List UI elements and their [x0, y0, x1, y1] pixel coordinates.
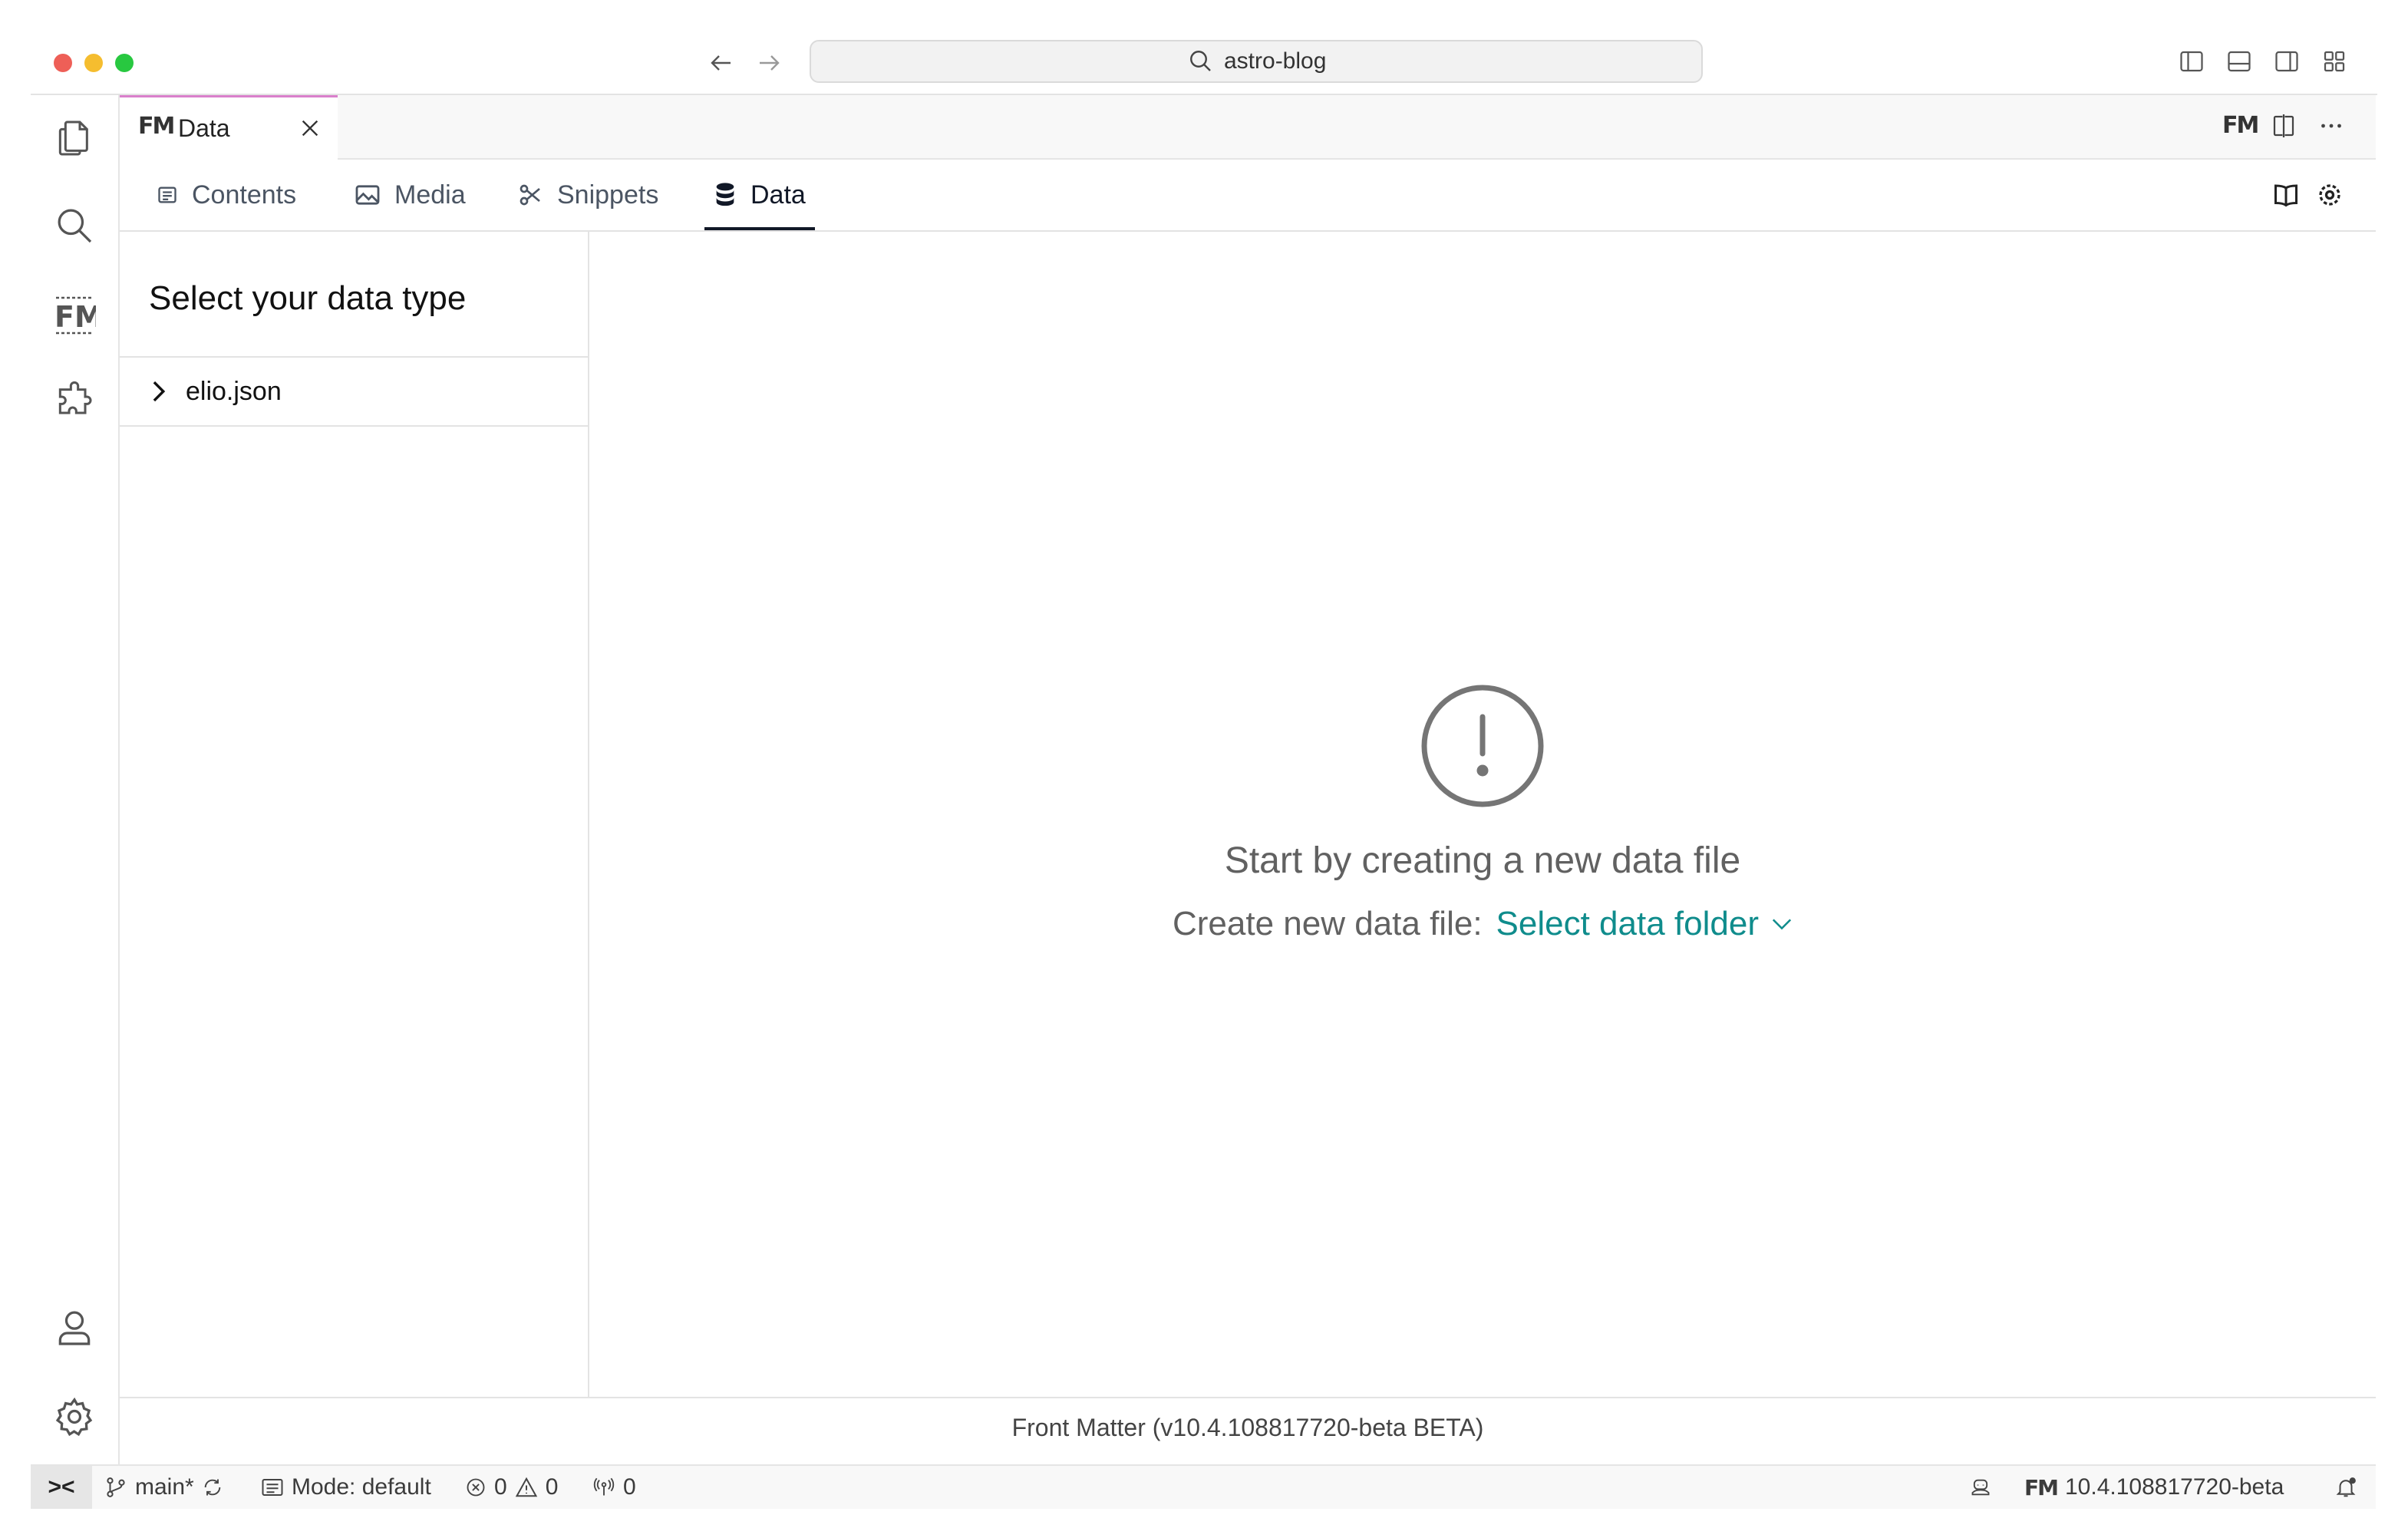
tab-media-label: Media — [394, 180, 466, 210]
warning-icon — [515, 1477, 538, 1498]
select-data-folder-label: Select data folder — [1496, 905, 1759, 943]
editor-tab-data[interactable]: FM Data — [120, 95, 338, 160]
fm-action-icon[interactable]: FM — [2222, 112, 2258, 139]
data-file-label: elio.json — [186, 377, 282, 407]
activity-bar: FM — [31, 95, 120, 1464]
tab-contents[interactable]: Contents — [157, 160, 296, 230]
notifications-bell[interactable] — [2334, 1466, 2357, 1509]
tab-snippets[interactable]: Snippets — [517, 160, 658, 230]
account-icon[interactable] — [53, 1306, 96, 1349]
footer-divider — [120, 1397, 2376, 1398]
status-bar: >< main* Mode: default 0 0 0 — [31, 1464, 2376, 1509]
search-icon[interactable] — [53, 204, 96, 247]
remote-indicator[interactable]: >< — [31, 1466, 92, 1509]
exclamation-circle-icon — [589, 683, 2376, 809]
source-control-branch-icon — [104, 1476, 127, 1499]
data-type-pane: Select your data type elio.json — [120, 232, 589, 1398]
ports-count: 0 — [623, 1474, 636, 1500]
tab-media[interactable]: Media — [355, 160, 466, 230]
fm-status-icon: FM — [2024, 1475, 2057, 1500]
pane-title: Select your data type — [149, 279, 466, 318]
explorer-files-icon[interactable] — [53, 117, 96, 160]
command-center-search[interactable]: astro-blog — [810, 40, 1703, 83]
broadcast-icon — [592, 1477, 615, 1498]
problems-status[interactable]: 0 0 — [465, 1466, 558, 1509]
fm-tab-icon: FM — [138, 113, 173, 140]
tab-snippets-label: Snippets — [557, 180, 658, 210]
copilot-icon — [1969, 1477, 1992, 1498]
close-tab-icon[interactable] — [298, 116, 322, 140]
search-text: astro-blog — [1224, 48, 1326, 74]
empty-state-message: Start by creating a new data file — [589, 840, 2376, 882]
error-count: 0 — [494, 1474, 507, 1500]
mode-label: Mode: default — [292, 1474, 431, 1500]
split-editor-icon[interactable] — [2270, 112, 2297, 140]
tab-contents-label: Contents — [192, 180, 296, 210]
forward-arrow-icon[interactable] — [755, 49, 783, 77]
tab-data[interactable]: Data — [714, 160, 806, 230]
copilot-status[interactable] — [1969, 1466, 1992, 1509]
settings-cog-icon[interactable] — [2316, 181, 2344, 209]
front-matter-version-status[interactable]: FM 10.4.108817720-beta — [2024, 1466, 2284, 1509]
ports-status[interactable]: 0 — [592, 1466, 636, 1509]
maximize-window-button[interactable] — [115, 54, 134, 72]
minimize-window-button[interactable] — [84, 54, 103, 72]
customize-layout-icon[interactable] — [2321, 48, 2348, 75]
editor-tab-strip: FM Data FM — [120, 95, 2376, 160]
settings-gear-icon[interactable] — [53, 1395, 96, 1438]
documentation-book-icon[interactable] — [2271, 181, 2301, 209]
chevron-down-icon — [1771, 916, 1793, 932]
extensions-puzzle-icon[interactable] — [53, 381, 96, 424]
back-arrow-icon[interactable] — [708, 49, 735, 77]
scissors-icon — [517, 183, 543, 207]
select-data-folder-dropdown[interactable]: Select data folder — [1496, 905, 1793, 943]
image-icon — [355, 184, 381, 206]
svg-text:FM: FM — [54, 300, 96, 334]
mode-status[interactable]: Mode: default — [261, 1466, 431, 1509]
mode-icon — [261, 1477, 284, 1498]
editor-tab-label: Data — [178, 114, 230, 143]
create-data-file-label: Create new data file: — [1173, 905, 1483, 943]
toggle-primary-sidebar-icon[interactable] — [2178, 48, 2205, 75]
fm-version: 10.4.108817720-beta — [2065, 1474, 2284, 1500]
branch-name: main* — [135, 1474, 194, 1500]
warning-count: 0 — [546, 1474, 559, 1500]
sync-icon[interactable] — [202, 1477, 223, 1498]
branch-status[interactable]: main* — [104, 1466, 223, 1509]
search-icon — [1187, 48, 1215, 75]
more-actions-icon[interactable] — [2316, 112, 2347, 140]
contents-icon — [157, 184, 178, 206]
list-item[interactable]: elio.json — [120, 356, 588, 427]
chevron-right-icon[interactable] — [147, 378, 169, 404]
database-icon — [714, 182, 737, 208]
remote-icon: >< — [48, 1474, 74, 1500]
front-matter-version-footer: Front Matter (v10.4.108817720-beta BETA) — [120, 1414, 2376, 1442]
bell-icon — [2334, 1476, 2357, 1499]
front-matter-icon[interactable]: FM — [53, 293, 96, 336]
front-matter-nav: Contents Media Snippets Data — [120, 160, 2376, 232]
tab-data-label: Data — [750, 180, 806, 210]
toggle-panel-icon[interactable] — [2225, 48, 2253, 75]
error-icon — [465, 1477, 487, 1498]
empty-state: Start by creating a new data file Create… — [589, 683, 2376, 943]
toggle-secondary-sidebar-icon[interactable] — [2273, 48, 2301, 75]
close-window-button[interactable] — [54, 54, 72, 72]
